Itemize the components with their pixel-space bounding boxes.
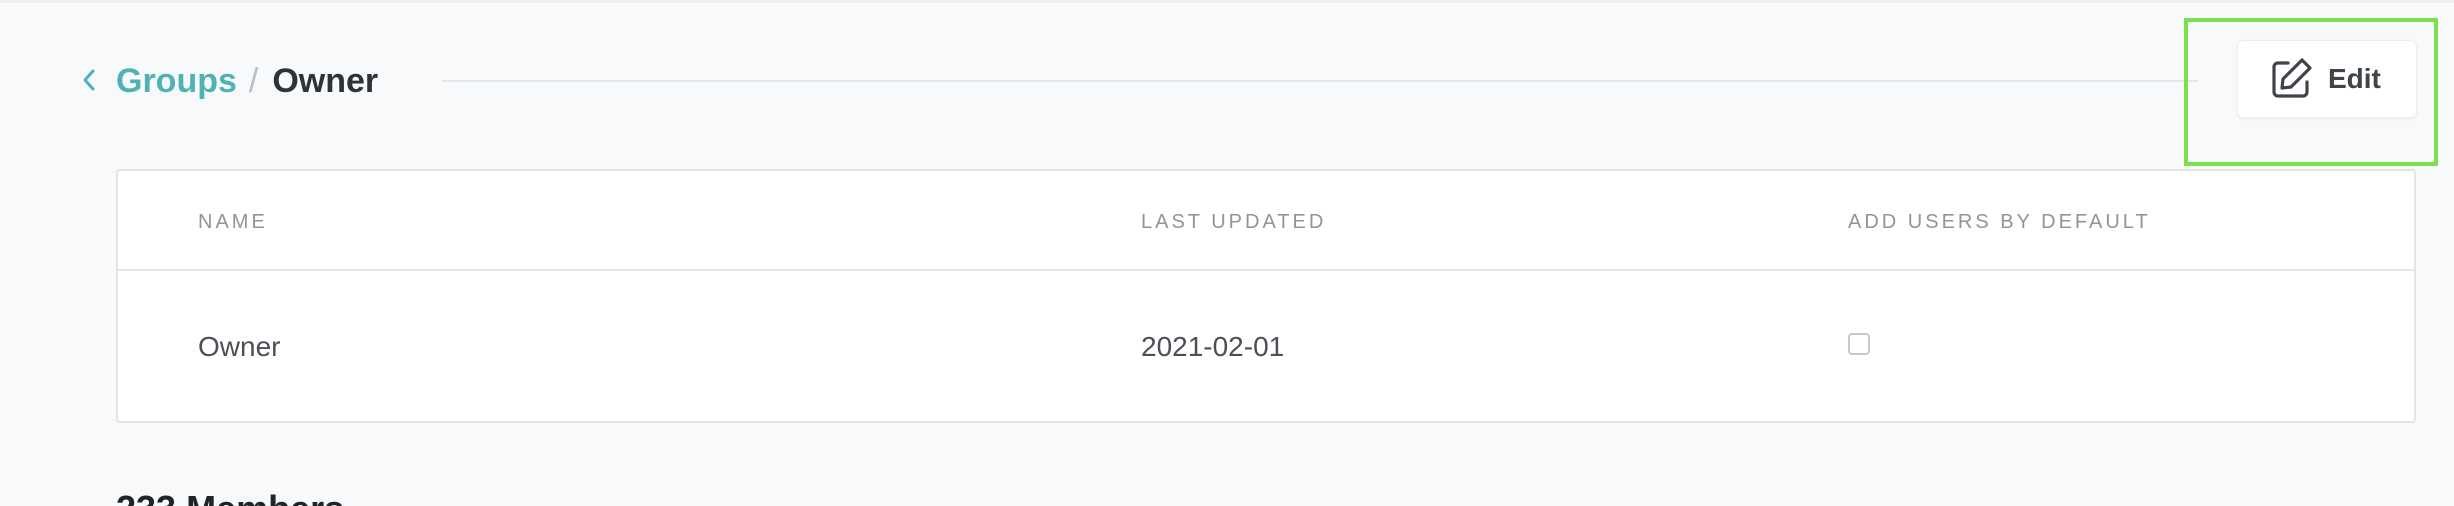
top-edge	[0, 0, 2454, 3]
column-header-add-users-by-default[interactable]: ADD USERS BY DEFAULT	[1848, 211, 2151, 234]
cell-last-updated: 2021-02-01	[1141, 331, 1285, 362]
table-row: Owner 2021-02-01	[118, 271, 2414, 421]
edit-button-label: Edit	[2328, 63, 2381, 94]
breadcrumb-groups-link[interactable]: Groups	[116, 62, 237, 101]
edit-icon	[2268, 56, 2314, 102]
page-header: Groups / Owner	[0, 40, 2454, 122]
add-users-by-default-checkbox[interactable]	[1848, 333, 1870, 355]
members-section-title: 233 Members	[116, 488, 344, 506]
column-header-last-updated[interactable]: LAST UPDATED	[1141, 211, 1326, 234]
breadcrumb-separator: /	[248, 61, 259, 100]
breadcrumb: Groups / Owner	[116, 58, 378, 104]
header-divider	[442, 80, 2198, 82]
chevron-left-icon[interactable]	[76, 62, 102, 98]
cell-name: Owner	[198, 331, 281, 362]
group-detail-page: Groups / Owner Edit NAME LAST UPDATED AD…	[0, 0, 2454, 506]
edit-button[interactable]: Edit	[2237, 40, 2417, 118]
table-header: NAME LAST UPDATED ADD USERS BY DEFAULT	[118, 171, 2414, 271]
column-header-name[interactable]: NAME	[198, 211, 268, 234]
page-title: Owner	[272, 61, 379, 100]
group-details-table: NAME LAST UPDATED ADD USERS BY DEFAULT O…	[116, 169, 2416, 423]
